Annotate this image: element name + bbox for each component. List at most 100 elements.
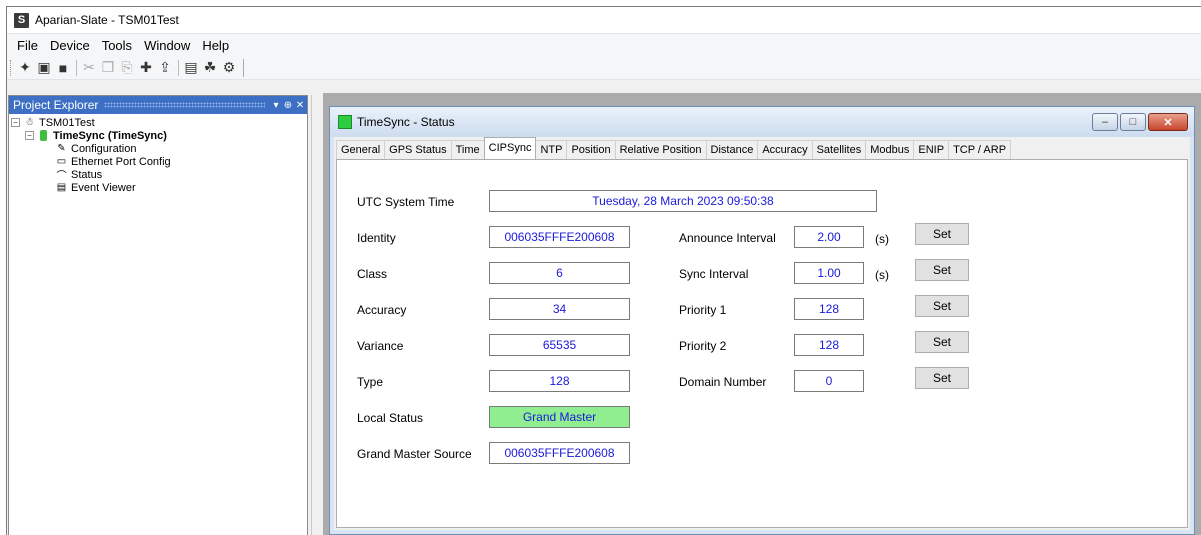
dropdown-icon[interactable]: ▾ — [271, 100, 281, 111]
tab-ntp[interactable]: NTP — [535, 140, 568, 159]
new-icon[interactable]: ✦ — [16, 59, 34, 77]
collapse-icon[interactable]: − — [11, 118, 20, 127]
add-icon[interactable]: ✚ — [137, 59, 155, 77]
local-status-value: Grand Master — [489, 406, 630, 428]
priority-1-set-button[interactable]: Set — [915, 295, 969, 317]
menu-file[interactable]: File — [11, 38, 44, 53]
toolbar: ✦ ▣ ■ ✂ ❐ ⎘ ✚ ⇪ ▤ ☘ ⚙ — [7, 56, 1201, 80]
tree-label: Status — [71, 168, 103, 181]
cipsync-panel: UTC System Time Tuesday, 28 March 2023 0… — [336, 159, 1188, 528]
status-window: TimeSync - Status – □ ✕ General GPS Stat… — [329, 106, 1195, 535]
network-icon[interactable]: ☘ — [201, 59, 219, 77]
tab-distance[interactable]: Distance — [705, 140, 759, 159]
app-icon: S — [14, 12, 29, 28]
menu-bar: File Device Tools Window Help — [7, 34, 1201, 56]
settings-icon[interactable]: ⚙ — [220, 59, 238, 77]
title-bar: S Aparian-Slate - TSM01Test — [7, 7, 1201, 34]
tab-accuracy[interactable]: Accuracy — [757, 140, 813, 159]
priority-2-value: 128 — [794, 334, 864, 356]
app-window: S Aparian-Slate - TSM01Test File Device … — [6, 6, 1201, 535]
tab-satellites[interactable]: Satellites — [811, 140, 867, 159]
sync-interval-value: 1.00 — [794, 262, 864, 284]
status-window-titlebar: TimeSync - Status – □ ✕ — [330, 107, 1194, 137]
menu-tools[interactable]: Tools — [96, 38, 138, 53]
status-indicator-icon — [338, 115, 352, 129]
tab-gps-status[interactable]: GPS Status — [384, 140, 452, 159]
cut-icon[interactable]: ✂ — [80, 59, 98, 77]
class-value: 6 — [489, 262, 630, 284]
sync-interval-label: Sync Interval — [679, 267, 749, 281]
tree-label: TSM01Test — [39, 116, 95, 129]
tab-cipsync[interactable]: CIPSync — [483, 137, 537, 159]
tab-control: General GPS Status Time CIPSync NTP Posi… — [334, 137, 1190, 530]
tab-enip[interactable]: ENIP — [913, 140, 950, 159]
menu-help[interactable]: Help — [196, 38, 235, 53]
announce-interval-label: Announce Interval — [679, 231, 776, 245]
announce-interval-set-button[interactable]: Set — [915, 223, 969, 245]
minimize-icon[interactable]: – — [1092, 113, 1118, 131]
priority-2-set-button[interactable]: Set — [915, 331, 969, 353]
close-icon[interactable]: ✕ — [295, 100, 305, 111]
accuracy-value: 34 — [489, 298, 630, 320]
tree-item-device[interactable]: − TimeSync (TimeSync) — [11, 129, 307, 142]
close-icon[interactable]: ✕ — [1148, 113, 1188, 131]
save-icon[interactable]: ■ — [54, 59, 72, 77]
tree-item-event-viewer[interactable]: ▤ Event Viewer — [11, 181, 307, 194]
explorer-grip[interactable] — [104, 102, 265, 108]
open-icon[interactable]: ▣ — [35, 59, 53, 77]
tree-item-project[interactable]: − ☃ TSM01Test — [11, 116, 307, 129]
app-title: Aparian-Slate - TSM01Test — [35, 13, 179, 27]
tree-item-configuration[interactable]: ✎ Configuration — [11, 142, 307, 155]
identity-value: 006035FFFE200608 — [489, 226, 630, 248]
paste-icon[interactable]: ⎘ — [118, 59, 136, 77]
monitor-icon[interactable]: ▤ — [182, 59, 200, 77]
tree-item-status[interactable]: ⌒ Status — [11, 168, 307, 183]
domain-number-value: 0 — [794, 370, 864, 392]
announce-interval-unit: (s) — [875, 232, 889, 246]
variance-label: Variance — [357, 339, 404, 353]
announce-interval-value: 2.00 — [794, 226, 864, 248]
wrench-icon: ✎ — [57, 143, 66, 154]
explorer-header: Project Explorer ▾ ⊕ ✕ — [9, 96, 307, 114]
copy-icon[interactable]: ❐ — [99, 59, 117, 77]
collapse-icon[interactable]: − — [25, 131, 34, 140]
menu-device[interactable]: Device — [44, 38, 96, 53]
priority-1-value: 128 — [794, 298, 864, 320]
tree-label: Ethernet Port Config — [71, 155, 171, 168]
variance-value: 65535 — [489, 334, 630, 356]
project-icon: ☃ — [25, 117, 34, 128]
menu-window[interactable]: Window — [138, 38, 196, 53]
toolbar-grip[interactable] — [10, 59, 13, 76]
tab-relative-position[interactable]: Relative Position — [614, 140, 707, 159]
status-window-title: TimeSync - Status — [357, 115, 455, 129]
priority-1-label: Priority 1 — [679, 303, 727, 317]
splitter[interactable] — [311, 95, 323, 535]
grand-master-source-label: Grand Master Source — [357, 447, 472, 461]
tab-modbus[interactable]: Modbus — [865, 140, 915, 159]
local-status-label: Local Status — [357, 411, 424, 425]
maximize-icon[interactable]: □ — [1120, 113, 1146, 131]
priority-2-label: Priority 2 — [679, 339, 727, 353]
class-label: Class — [357, 267, 388, 281]
tab-time[interactable]: Time — [450, 140, 485, 159]
gauge-icon: ⌒ — [56, 171, 67, 182]
tab-tcp-arp[interactable]: TCP / ARP — [948, 140, 1012, 159]
utc-system-time-label: UTC System Time — [357, 195, 455, 209]
domain-number-set-button[interactable]: Set — [915, 367, 969, 389]
grand-master-source-value: 006035FFFE200608 — [489, 442, 630, 464]
sync-interval-set-button[interactable]: Set — [915, 259, 969, 281]
tree-label: Event Viewer — [71, 181, 136, 194]
project-tree: − ☃ TSM01Test − TimeSync (TimeSync) ✎ Co… — [9, 114, 307, 194]
domain-number-label: Domain Number — [679, 375, 767, 389]
pin-icon[interactable]: ⊕ — [283, 100, 293, 111]
upload-icon[interactable]: ⇪ — [156, 59, 174, 77]
accuracy-label: Accuracy — [357, 303, 407, 317]
sync-interval-unit: (s) — [875, 268, 889, 282]
device-icon — [37, 130, 50, 141]
explorer-title: Project Explorer — [13, 98, 99, 112]
tree-label: Configuration — [71, 142, 137, 155]
tree-item-ethernet-port-config[interactable]: ▭ Ethernet Port Config — [11, 155, 307, 168]
toolbar-separator — [243, 58, 244, 77]
tab-position[interactable]: Position — [566, 140, 616, 159]
tab-general[interactable]: General — [336, 140, 386, 159]
